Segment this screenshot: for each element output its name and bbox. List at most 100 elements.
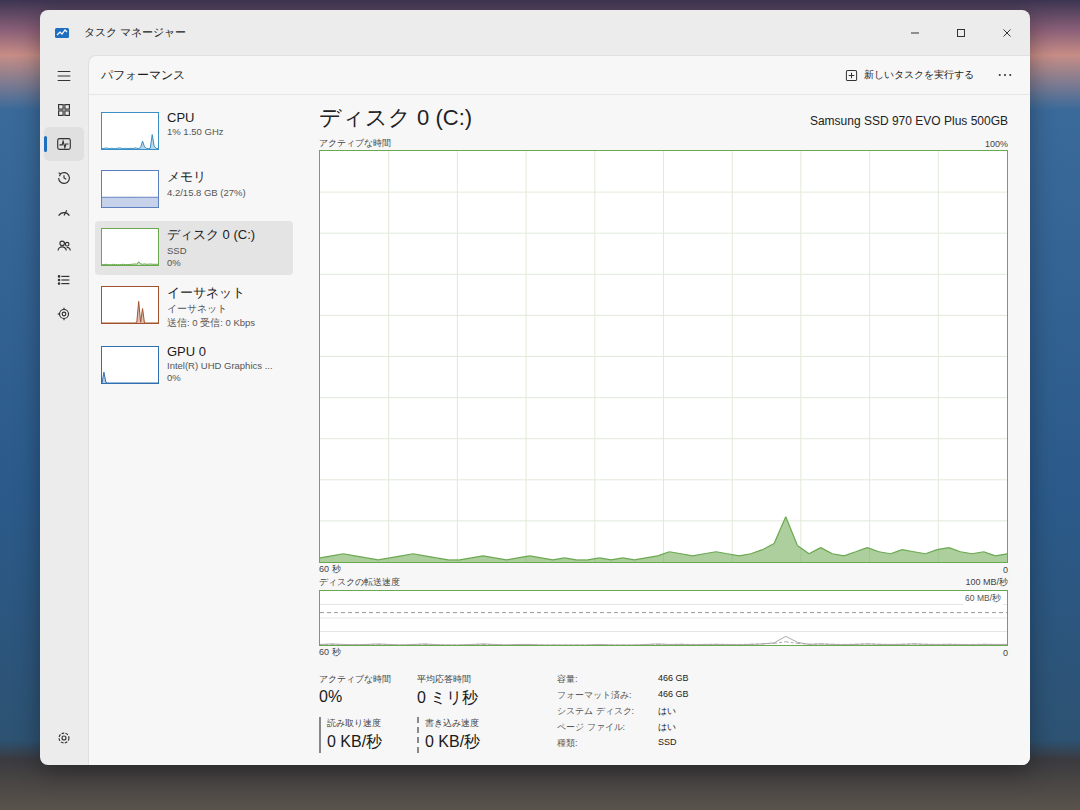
thumbnail-line	[146, 197, 148, 198]
detail-title: ディスク 0 (C:)	[319, 103, 472, 133]
thumbnail-line	[112, 197, 114, 198]
thumbnail-line	[123, 323, 125, 324]
close-button[interactable]	[984, 10, 1030, 55]
chart-min: 0	[1003, 565, 1008, 575]
nav-item[interactable]	[44, 721, 84, 755]
nav-item[interactable]	[44, 59, 84, 93]
thumbnail-line	[144, 263, 146, 264]
settings-icon	[55, 729, 73, 747]
minimize-icon	[910, 28, 920, 38]
device-name: ディスク 0 (C:)	[167, 226, 255, 244]
series-line	[797, 642, 809, 644]
chart-line	[634, 558, 646, 560]
thumbnail-line	[135, 383, 137, 384]
thumbnail-line	[102, 197, 104, 198]
nav-item[interactable]	[44, 263, 84, 297]
nav-item[interactable]	[44, 195, 84, 229]
device-item[interactable]: CPU1% 1.50 GHz	[95, 105, 293, 159]
chart-line	[518, 556, 530, 558]
thumbnail-line	[141, 141, 143, 147]
series-line	[343, 644, 355, 645]
chart-line	[739, 554, 751, 556]
series-line	[506, 644, 518, 645]
series-line	[762, 643, 774, 645]
device-item[interactable]: GPU 0Intel(R) UHD Graphics ...0%	[95, 339, 293, 393]
series-line	[716, 644, 728, 645]
device-item[interactable]: ディスク 0 (C:)SSD0%	[95, 221, 293, 275]
maximize-button[interactable]	[938, 10, 984, 55]
minimize-button[interactable]	[892, 10, 938, 55]
device-item[interactable]: イーサネットイーサネット送信: 0 受信: 0 Kbps	[95, 279, 293, 335]
thumbnail-line	[125, 197, 127, 198]
task-manager-icon	[54, 25, 70, 41]
series-line	[879, 644, 891, 645]
series-line	[378, 644, 390, 645]
nav-item[interactable]	[44, 161, 84, 195]
stat-item: 書き込み速度0 KB/秒	[417, 717, 517, 753]
thumbnail-line	[119, 383, 121, 384]
thumbnail-line	[152, 197, 154, 198]
thumbnail-line	[119, 323, 121, 324]
series-line	[995, 644, 1007, 645]
series-line	[448, 645, 460, 646]
series-line	[646, 643, 658, 645]
series-line	[402, 644, 414, 645]
device-thumbnail	[101, 346, 159, 384]
series-line	[681, 644, 693, 645]
nav-item[interactable]	[44, 93, 84, 127]
nav-item[interactable]	[44, 229, 84, 263]
series-line	[460, 644, 472, 645]
title-bar: タスク マネージャー	[40, 10, 1030, 55]
more-button[interactable]	[992, 67, 1018, 83]
series-line	[518, 644, 530, 645]
stat-item: 平均応答時間0 ミリ秒	[417, 673, 517, 709]
thumbnail-line	[131, 197, 133, 198]
property-value: はい	[658, 705, 689, 718]
thumbnail-line	[139, 148, 141, 149]
chart-line	[832, 554, 844, 556]
series-line	[448, 645, 460, 646]
thumbnail-line	[114, 197, 116, 198]
series-line	[332, 644, 344, 645]
series-line	[739, 644, 751, 645]
thumbnail-line	[148, 323, 150, 324]
thumbnail-line	[110, 148, 112, 149]
device-item[interactable]: メモリ4.2/15.8 GB (27%)	[95, 163, 293, 217]
thumbnail-chart	[102, 347, 158, 383]
window-title: タスク マネージャー	[84, 25, 186, 40]
details-icon	[55, 271, 73, 289]
run-task-icon	[845, 69, 858, 82]
chart-area	[320, 517, 1007, 562]
thumbnail-line	[137, 197, 139, 198]
device-name: CPU	[167, 110, 224, 125]
device-detail: 1% 1.50 GHz	[167, 126, 224, 137]
series-line	[867, 643, 879, 644]
disk-detail: ディスク 0 (C:)Samsung SSD 970 EVO Plus 500G…	[299, 95, 1030, 765]
nav-item[interactable]	[44, 127, 84, 161]
thumbnail-line	[143, 263, 145, 264]
stat-value: 0 ミリ秒	[417, 688, 517, 709]
series-line	[774, 642, 786, 644]
series-line	[565, 645, 577, 646]
chart-line	[565, 558, 577, 560]
thumbnail-line	[121, 148, 123, 149]
thumbnail-area	[102, 262, 158, 265]
nav-item[interactable]	[44, 297, 84, 331]
chart-line	[553, 558, 565, 560]
thumbnail-line	[104, 264, 106, 265]
history-icon	[55, 169, 73, 187]
thumbnail-area	[102, 197, 158, 207]
thumbnail-line	[116, 383, 118, 384]
series-line	[343, 644, 355, 645]
thumbnail-line	[117, 264, 119, 265]
device-detail: 4.2/15.8 GB (27%)	[167, 187, 246, 198]
run-task-button[interactable]: 新しいタスクを実行する	[839, 64, 980, 86]
thumbnail-line	[129, 323, 131, 324]
chart-line	[413, 554, 425, 556]
series-line	[483, 643, 495, 645]
chart-line	[332, 554, 344, 556]
users-icon	[55, 237, 73, 255]
chart-line	[972, 552, 984, 554]
series-line	[844, 644, 856, 645]
thumbnail-line	[156, 383, 158, 384]
